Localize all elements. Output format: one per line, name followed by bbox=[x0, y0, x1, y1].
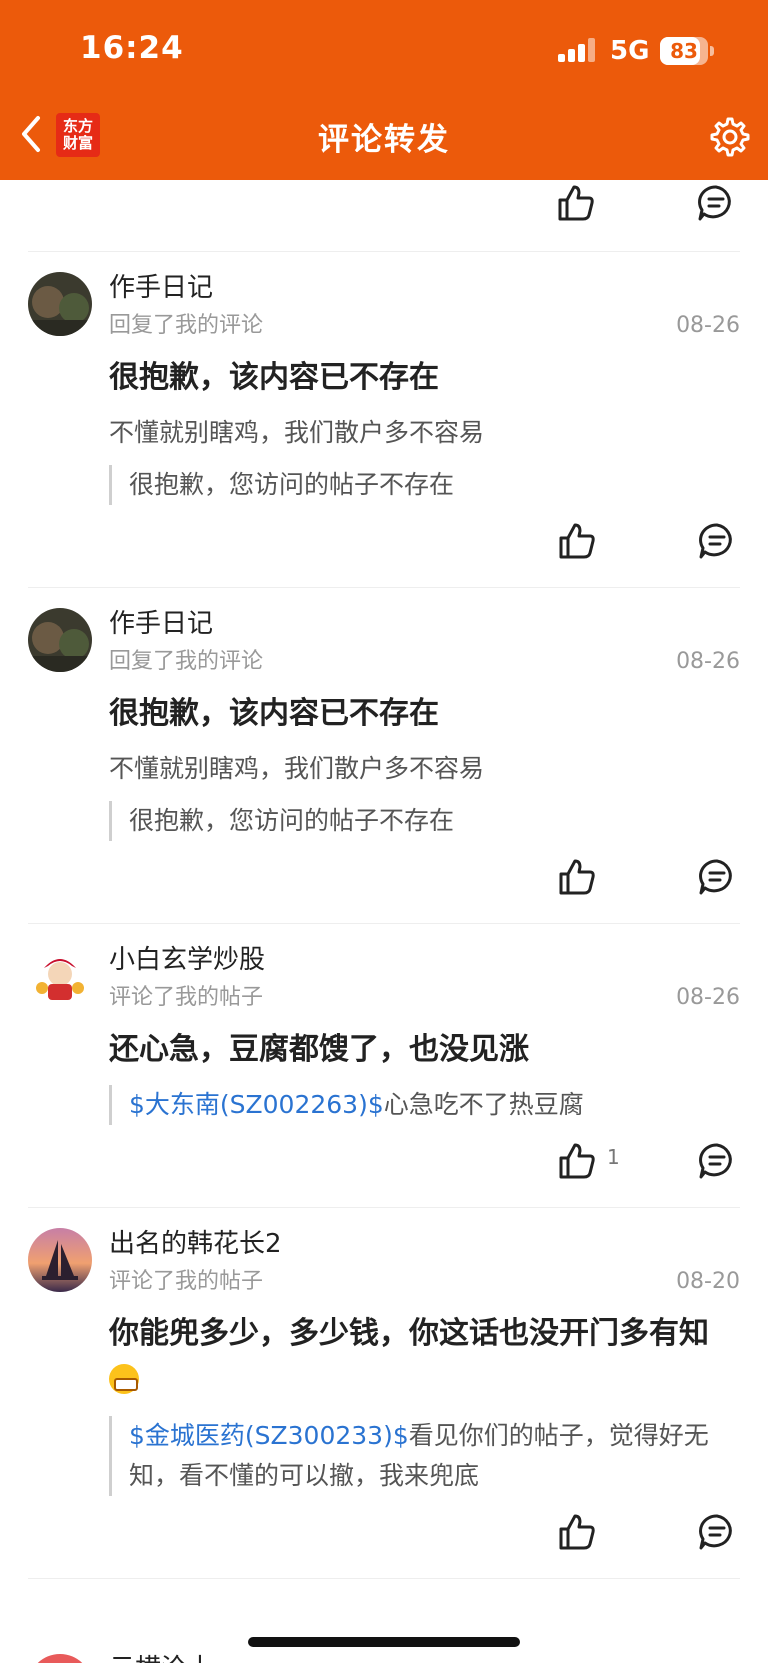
quoted-post-text: 心急吃不了热豆腐 bbox=[383, 1090, 584, 1119]
my-comment-text: 不懂就别瞎鸡，我们散户多不容易 bbox=[109, 754, 485, 783]
quoted-post[interactable]: 很抱歉，您访问的帖子不存在 bbox=[109, 465, 740, 505]
user-name[interactable]: 出名的韩花长2 bbox=[109, 1226, 740, 1262]
battery-level: 83 bbox=[670, 39, 698, 63]
comment-text: 很抱歉，该内容已不存在 bbox=[109, 360, 439, 395]
thumbs-up-icon[interactable] bbox=[556, 183, 596, 223]
comment-icon[interactable] bbox=[697, 521, 737, 561]
status-time: 16:24 bbox=[80, 30, 184, 66]
network-type: 5G bbox=[610, 36, 650, 66]
quoted-post[interactable]: $金城医药(SZ300233)$看见你们的帖子，觉得好无知，看不懂的可以撤，我来… bbox=[109, 1416, 740, 1496]
user-name[interactable]: 作手日记 bbox=[109, 606, 740, 642]
comment-icon[interactable] bbox=[697, 1141, 737, 1181]
action-text: 回复了我的评论 bbox=[109, 313, 264, 338]
page-title: 评论转发 bbox=[318, 122, 450, 158]
date-label: 08-26 bbox=[676, 985, 740, 1010]
gear-icon[interactable] bbox=[706, 115, 750, 159]
list-item[interactable]: 小白玄学炒股 评论了我的帖子 08-26 还心急，豆腐都馊了，也没见涨 $大东南… bbox=[28, 924, 740, 1208]
user-name[interactable]: 作手日记 bbox=[109, 270, 740, 306]
quoted-post[interactable]: 很抱歉，您访问的帖子不存在 bbox=[109, 801, 740, 841]
avatar[interactable] bbox=[28, 272, 92, 336]
avatar[interactable] bbox=[28, 944, 92, 1008]
avatar[interactable] bbox=[28, 608, 92, 672]
avatar[interactable] bbox=[28, 1654, 92, 1663]
list-item[interactable]: 作手日记 回复了我的评论 08-26 很抱歉，该内容已不存在 不懂就别瞎鸡，我们… bbox=[28, 588, 740, 924]
signal-icon bbox=[558, 38, 600, 62]
home-indicator[interactable] bbox=[248, 1637, 520, 1647]
thumbs-up-icon[interactable] bbox=[557, 1512, 597, 1552]
list-item[interactable]: 作手日记 回复了我的评论 08-26 很抱歉，该内容已不存在 不懂就别瞎鸡，我们… bbox=[28, 252, 740, 588]
comment-icon[interactable] bbox=[696, 183, 736, 223]
thumbs-up-icon[interactable] bbox=[557, 521, 597, 561]
thumbs-up-icon[interactable] bbox=[557, 1141, 597, 1181]
comment-icon[interactable] bbox=[697, 1512, 737, 1552]
grin-emoji-icon bbox=[109, 1364, 139, 1394]
my-comment-text: 不懂就别瞎鸡，我们散户多不容易 bbox=[109, 418, 485, 447]
comment-text: 很抱歉，该内容已不存在 bbox=[109, 696, 439, 731]
user-name[interactable]: 小白玄学炒股 bbox=[109, 942, 740, 978]
app-header: 16:24 5G 83 东方 财富 评论转发 bbox=[0, 0, 768, 180]
comment-text: 还心急，豆腐都馊了，也没见涨 bbox=[109, 1032, 529, 1067]
list-item[interactable]: 出名的韩花长2 评论了我的帖子 08-20 你能兜多少，多少钱，你这话也没开门多… bbox=[28, 1208, 740, 1579]
date-label: 08-20 bbox=[676, 1269, 740, 1294]
thumbs-up-icon[interactable] bbox=[557, 857, 597, 897]
partial-item-actions bbox=[28, 180, 740, 252]
action-text: 评论了我的帖子 bbox=[109, 1269, 264, 1294]
comment-text-body: 你能兜多少，多少钱，你这话也没开门多有知 bbox=[109, 1316, 709, 1351]
avatar[interactable] bbox=[28, 1228, 92, 1292]
date-label: 08-26 bbox=[676, 313, 740, 338]
date-label: 08-26 bbox=[676, 649, 740, 674]
quoted-post[interactable]: $大东南(SZ002263)$心急吃不了热豆腐 bbox=[109, 1085, 740, 1125]
stock-link[interactable]: $金城医药(SZ300233)$ bbox=[129, 1421, 409, 1450]
notification-list: 作手日记 回复了我的评论 08-26 很抱歉，该内容已不存在 不懂就别瞎鸡，我们… bbox=[0, 180, 768, 1579]
user-name[interactable]: 云横沧土 bbox=[109, 1648, 213, 1663]
action-text: 评论了我的帖子 bbox=[109, 985, 264, 1010]
comment-icon[interactable] bbox=[697, 857, 737, 897]
like-count: 1 bbox=[607, 1145, 620, 1169]
battery-icon: 83 bbox=[660, 37, 708, 65]
battery-tip bbox=[710, 46, 714, 56]
action-text: 回复了我的评论 bbox=[109, 649, 264, 674]
comment-text: 你能兜多少，多少钱，你这话也没开门多有知 bbox=[109, 1310, 740, 1404]
stock-link[interactable]: $大东南(SZ002263)$ bbox=[129, 1090, 384, 1119]
